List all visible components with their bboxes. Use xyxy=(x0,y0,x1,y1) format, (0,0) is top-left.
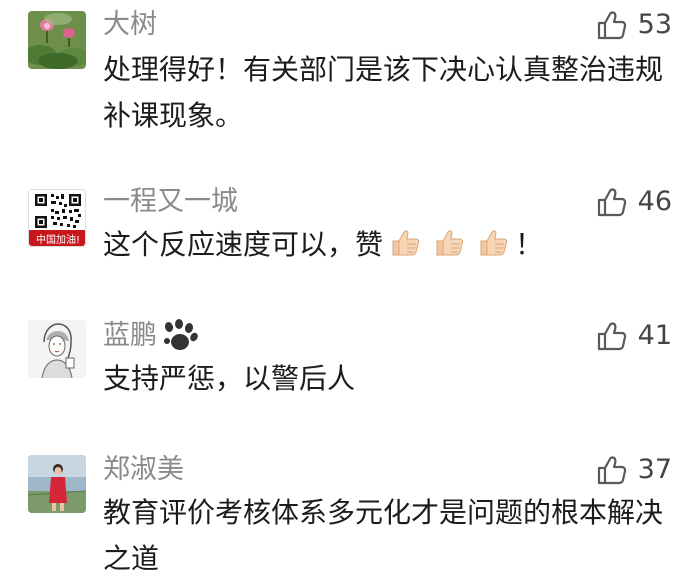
like-button[interactable]: 46 xyxy=(596,184,672,220)
thumbs-up-outline-icon xyxy=(597,188,626,217)
like-button[interactable]: 41 xyxy=(596,318,672,354)
commenter-name[interactable]: 一程又一城 xyxy=(103,184,238,220)
thumbs-up-outline-icon xyxy=(597,456,626,485)
sketch-portrait-avatar-icon xyxy=(28,320,86,378)
lotus-flower-photo-icon xyxy=(28,11,86,69)
comment-list: 大树 53 处理得好！有关部门是该下决心认真整治违规补课现象。 中国加油! 一程… xyxy=(0,0,700,585)
person-in-red-photo-icon xyxy=(28,455,86,513)
commenter-name[interactable]: 大树 xyxy=(103,7,157,43)
thumbs-up-outline-icon xyxy=(597,322,626,351)
comment-text: 这个反应速度可以，赞 ！ xyxy=(103,222,663,268)
like-count: 41 xyxy=(637,320,672,351)
thumbs-up-emoji-icon xyxy=(392,230,420,256)
paw-print-icon xyxy=(164,319,198,350)
commenter-name-text: 蓝鹏 xyxy=(103,320,157,351)
comment-text: 教育评价考核体系多元化才是问题的根本解决之道 xyxy=(103,496,664,575)
thumbs-up-emoji-icon xyxy=(480,230,508,256)
comment-text-main: 这个反应速度可以，赞 xyxy=(103,228,384,261)
avatar[interactable] xyxy=(28,320,86,378)
thumbs-up-emoji-icon xyxy=(436,230,464,256)
comment-text: 处理得好！有关部门是该下决心认真整治违规补课现象。 xyxy=(103,53,664,132)
commenter-name[interactable]: 郑淑美 xyxy=(103,452,184,488)
avatar-caption: 中国加油! xyxy=(36,233,80,246)
commenter-name[interactable]: 蓝鹏 xyxy=(103,318,199,354)
comment-text: 支持严惩，以警后人 xyxy=(103,362,356,395)
like-button[interactable]: 37 xyxy=(596,452,672,488)
avatar[interactable] xyxy=(28,11,86,69)
like-button[interactable]: 53 xyxy=(596,7,672,43)
avatar[interactable] xyxy=(28,455,86,513)
qr-code-avatar-icon: 中国加油! xyxy=(29,190,85,246)
comment-text-end: ！ xyxy=(515,228,544,261)
thumbs-up-outline-icon xyxy=(597,11,626,40)
avatar[interactable]: 中国加油! xyxy=(28,189,86,247)
like-count: 37 xyxy=(637,454,672,485)
like-count: 53 xyxy=(637,9,672,40)
like-count: 46 xyxy=(637,186,672,217)
